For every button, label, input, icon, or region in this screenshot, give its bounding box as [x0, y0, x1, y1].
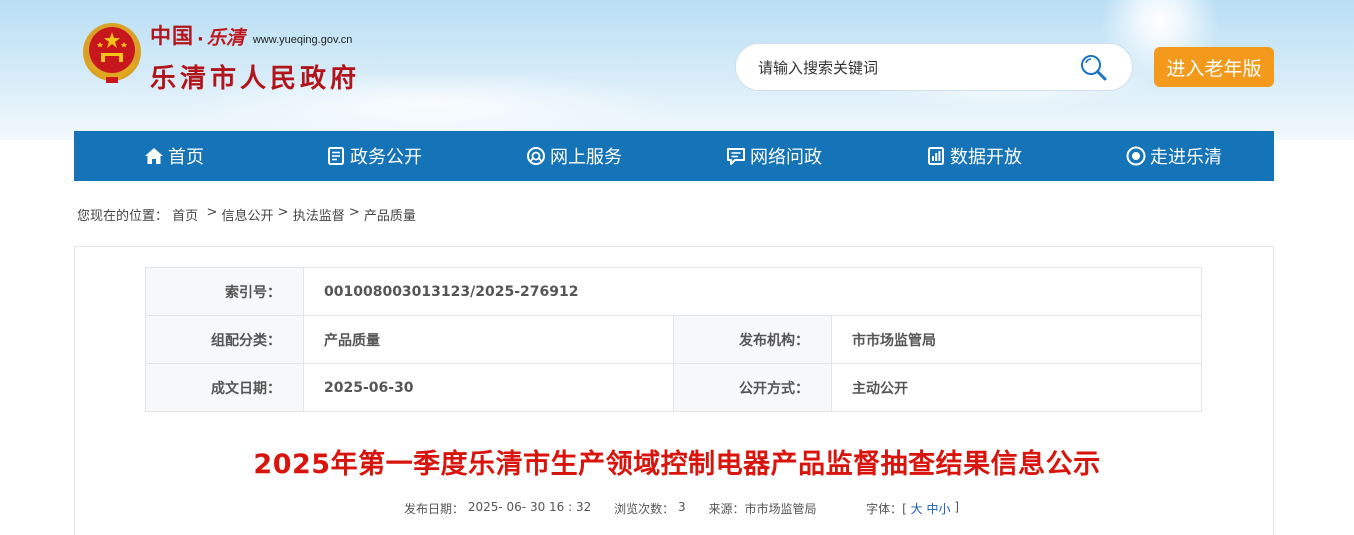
breadcrumb-info-disclosure[interactable]: 信息公开: [221, 205, 273, 224]
nav-item-label: 网络问政: [750, 147, 822, 168]
disclosure-value: 主动公开: [831, 363, 1202, 412]
table-row: 索引号： 001008003013123/2025-276912: [145, 267, 1202, 316]
nav-item-gov-affairs[interactable]: 政务公开: [274, 131, 474, 181]
publish-date-value: 2025- 06- 30 16 : 32: [467, 500, 592, 514]
nav-item-home[interactable]: 首页: [74, 131, 274, 181]
main-nav: 首页 政务公开 网上服务 网络问政 数据开放 走进乐清: [74, 131, 1274, 181]
font-size-label: 字体：[: [866, 502, 907, 516]
breadcrumb-separator: >: [277, 205, 289, 220]
nav-item-label: 走进乐清: [1150, 147, 1222, 168]
index-value: 001008003013123/2025-276912: [303, 267, 1202, 316]
breadcrumb: 您现在的位置： 首页 > 信息公开 > 执法监督 > 产品质量: [77, 205, 416, 224]
search-input[interactable]: [758, 54, 1078, 82]
date-label: 成文日期：: [145, 363, 304, 412]
nav-item-open-data[interactable]: 数据开放: [874, 131, 1074, 181]
nav-item-label: 数据开放: [950, 147, 1022, 168]
logo-dot: ·: [197, 29, 204, 50]
date-value: 2025-06-30: [303, 363, 674, 412]
site-logo-title[interactable]: 乐清市人民政府: [150, 58, 360, 95]
nav-item-label: 政务公开: [350, 147, 422, 168]
breadcrumb-law-enforcement[interactable]: 执法监督: [293, 205, 345, 224]
category-label: 组配分类：: [145, 315, 304, 364]
elder-mode-button[interactable]: 进入老年版: [1154, 47, 1274, 87]
font-size-medium-button[interactable]: 中: [927, 500, 939, 517]
disclosure-label: 公开方式：: [673, 363, 832, 412]
index-label: 索引号：: [145, 267, 304, 316]
nav-item-label: 首页: [168, 147, 204, 168]
table-row: 成文日期： 2025-06-30 公开方式： 主动公开: [145, 363, 1202, 412]
data-icon: [928, 147, 944, 165]
views-label: 浏览次数：: [614, 502, 675, 516]
publisher-label: 发布机构：: [673, 315, 832, 364]
breadcrumb-prefix: 您现在的位置：: [77, 209, 169, 224]
publisher-value: 市市场监管局: [831, 315, 1202, 364]
site-logo-top[interactable]: 中国 · 乐清 www.yueqing.gov.cn: [150, 23, 353, 50]
font-size-large-button[interactable]: 大: [911, 500, 923, 517]
eye-icon: [1126, 146, 1146, 166]
source-value: 市市场监管局: [744, 502, 817, 516]
breadcrumb-separator: >: [348, 205, 360, 220]
document-icon: [328, 147, 344, 165]
font-size-small-button[interactable]: 小: [939, 500, 951, 517]
national-emblem-icon[interactable]: [80, 20, 144, 86]
font-size-close-bracket: ]: [954, 500, 960, 514]
logo-city-script: 乐清: [206, 27, 245, 49]
category-value: 产品质量: [303, 315, 674, 364]
nav-item-online-service[interactable]: 网上服务: [474, 131, 674, 181]
service-icon: [527, 147, 545, 165]
article-meta: 发布日期： 2025- 06- 30 16 : 32 浏览次数： 3 来源： 市…: [404, 500, 959, 517]
nav-item-online-inquiry[interactable]: 网络问政: [674, 131, 874, 181]
document-meta-table: 索引号： 001008003013123/2025-276912 组配分类： 产…: [145, 267, 1202, 412]
nav-item-about-yueqing[interactable]: 走进乐清: [1074, 131, 1274, 181]
nav-item-label: 网上服务: [550, 147, 622, 168]
source-label: 来源：: [708, 502, 745, 516]
logo-country-text: 中国: [150, 23, 194, 48]
logo-url: www.yueqing.gov.cn: [252, 34, 353, 46]
breadcrumb-product-quality[interactable]: 产品质量: [364, 205, 416, 224]
breadcrumb-separator: >: [206, 205, 218, 220]
publish-date-label: 发布日期：: [404, 502, 465, 516]
table-row: 组配分类： 产品质量 发布机构： 市市场监管局: [145, 315, 1202, 364]
article-title: 2025年第一季度乐清市生产领域控制电器产品监督抽查结果信息公示: [253, 449, 1101, 480]
views-value: 3: [677, 500, 686, 514]
home-icon: [145, 148, 163, 164]
search-box: [735, 43, 1133, 91]
breadcrumb-home[interactable]: 首页: [172, 205, 198, 224]
chat-icon: [727, 148, 745, 165]
search-icon[interactable]: [1079, 53, 1109, 83]
